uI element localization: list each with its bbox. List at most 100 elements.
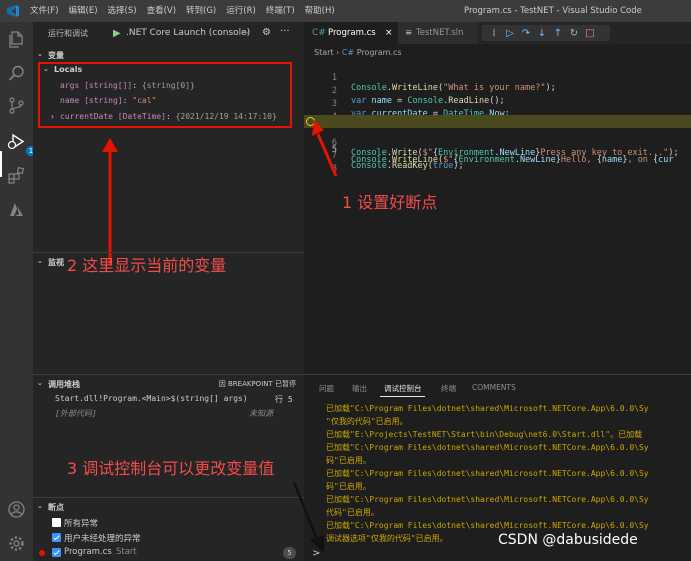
- breakpoint-file-row[interactable]: Program.cs Start 5: [33, 546, 304, 561]
- vscode-logo-icon: [7, 5, 19, 17]
- breakpoints-title: 断点: [48, 503, 64, 512]
- chevron-down-icon: ⌄: [37, 379, 43, 387]
- console-line: 调试器选项"仅我的代码"已启用。: [326, 534, 448, 543]
- debug-sidebar: 运行和调试 ▶ .NET Core Launch (console) ⌵ ⚙ ·…: [33, 22, 304, 561]
- settings-gear-icon[interactable]: [7, 534, 26, 553]
- breakpoint-row[interactable]: 所有异常: [33, 516, 304, 531]
- tab-label: TestNET.sln: [416, 28, 464, 38]
- step-over-icon[interactable]: ↷: [518, 28, 534, 39]
- tab-terminal[interactable]: 终端: [441, 383, 456, 394]
- start-debugging-icon[interactable]: ▶: [113, 28, 121, 39]
- stack-frame-position: 行 5: [275, 395, 293, 404]
- breakpoint-file-name: Program.cs: [64, 547, 112, 557]
- menu-run[interactable]: 运行(R): [226, 0, 256, 22]
- tab-testnet-sln[interactable]: ≡ TestNET.sln: [398, 22, 478, 44]
- stack-frame-name: Start.dll!Program.<Main>$(string[] args): [55, 394, 248, 403]
- code-line[interactable]: 2 var name = Console.ReadLine();: [304, 76, 691, 106]
- run-debug-icon[interactable]: 1: [7, 132, 36, 156]
- console-line: 已加载"C:\Program Files\dotnet\shared\Micro…: [326, 443, 649, 452]
- menu-selection[interactable]: 选择(S): [108, 0, 137, 22]
- tab-label: Program.cs: [328, 28, 376, 38]
- code-line[interactable]: 3 var currentDate = DateTime.Now;: [304, 89, 691, 119]
- checkbox[interactable]: [52, 533, 61, 542]
- variables-section-header[interactable]: ⌄ 变量: [33, 48, 304, 62]
- sln-file-icon: ≡: [405, 28, 413, 38]
- menu-bar: 文件(F) 编辑(E) 选择(S) 查看(V) 转到(G) 运行(R) 终端(T…: [30, 0, 345, 22]
- watermark: CSDN @dabusidede: [498, 532, 638, 548]
- step-out-icon[interactable]: ↑: [550, 28, 566, 39]
- checkbox[interactable]: [52, 518, 61, 527]
- arrow-down-right-icon: [292, 481, 324, 553]
- editor-tabs: C# Program.cs × ≡ TestNET.sln ⁞ ▷ ↷ ↓ ↑ …: [304, 22, 691, 44]
- breadcrumb-folder[interactable]: Start: [314, 48, 334, 57]
- tab-program-cs[interactable]: C# Program.cs ×: [304, 22, 398, 44]
- close-icon[interactable]: ×: [385, 22, 393, 44]
- continue-icon[interactable]: ▷: [502, 28, 518, 39]
- menu-edit[interactable]: 编辑(E): [69, 0, 98, 22]
- console-line: 已加载"C:\Program Files\dotnet\shared\Micro…: [326, 404, 649, 413]
- chevron-down-icon: ⌄: [37, 502, 43, 510]
- active-indicator: [0, 151, 2, 177]
- source-control-icon[interactable]: [7, 96, 26, 115]
- menu-help[interactable]: 帮助(H): [305, 0, 335, 22]
- code-line[interactable]: 6 Console.Write($"{Environment.NewLine}P…: [304, 128, 691, 158]
- menu-file[interactable]: 文件(F): [30, 0, 59, 22]
- stack-frame-name: [外部代码]: [55, 409, 97, 418]
- title-bar: 文件(F) 编辑(E) 选择(S) 查看(V) 转到(G) 运行(R) 终端(T…: [0, 0, 691, 22]
- stack-frame-row[interactable]: [外部代码] 未知源: [33, 407, 304, 421]
- launch-config-select[interactable]: .NET Core Launch (console): [126, 28, 250, 38]
- code-line[interactable]: 8: [304, 154, 691, 174]
- tab-comments[interactable]: COMMENTS: [472, 383, 516, 392]
- checkbox[interactable]: [52, 548, 61, 557]
- explorer-icon[interactable]: [7, 30, 26, 49]
- chevron-down-icon: ⌄: [37, 257, 43, 265]
- menu-go[interactable]: 转到(G): [186, 0, 216, 22]
- run-debug-title: 运行和调试: [48, 29, 88, 38]
- highlight-box: [38, 62, 292, 128]
- console-line: 已加载"E:\Projects\TestNET\Start\bin\Debug\…: [326, 430, 643, 439]
- code-line-current[interactable]: 5 Console.WriteLine($"{Environment.NewLi…: [304, 115, 691, 165]
- menu-terminal[interactable]: 终端(T): [266, 0, 295, 22]
- code-line[interactable]: 1 Console.WriteLine("What is your name?"…: [304, 63, 691, 93]
- watch-section-header[interactable]: ⌄ 监视: [33, 255, 304, 269]
- breakpoint-label: 所有异常: [64, 519, 99, 529]
- current-line-highlight: [304, 115, 691, 128]
- azure-icon[interactable]: [7, 200, 26, 219]
- breakpoint-row[interactable]: 用户未经处理的异常: [33, 531, 304, 546]
- code-line[interactable]: 7 Console.ReadKey(true);: [304, 141, 691, 171]
- account-icon[interactable]: [7, 500, 26, 519]
- menu-view[interactable]: 查看(V): [147, 0, 176, 22]
- console-line: 码"已启用。: [326, 456, 371, 465]
- breadcrumb: Start › C# Program.cs: [314, 48, 402, 57]
- extensions-icon[interactable]: [7, 166, 26, 185]
- breadcrumb-file[interactable]: Program.cs: [357, 48, 402, 57]
- csharp-file-icon: C#: [341, 48, 355, 57]
- tab-output[interactable]: 输出: [352, 383, 367, 394]
- console-line: 码"已启用。: [326, 482, 371, 491]
- stop-icon[interactable]: □: [582, 28, 598, 39]
- restart-icon[interactable]: ↻: [566, 28, 582, 39]
- divider: [33, 497, 304, 498]
- open-launch-json-gear-icon[interactable]: ⚙: [262, 27, 271, 38]
- csharp-file-icon: C#: [312, 28, 326, 38]
- tab-debug-console[interactable]: 调试控制台: [384, 383, 422, 394]
- more-actions-icon[interactable]: ···: [280, 26, 290, 37]
- annotation-breakpoint: 1 设置好断点: [342, 193, 438, 212]
- callstack-section-header[interactable]: ⌄ 调用堆栈 因 BREAKPOINT 已暂停: [33, 377, 304, 391]
- drag-handle-icon[interactable]: ⁞: [486, 28, 502, 39]
- pause-status: 因 BREAKPOINT 已暂停: [218, 380, 296, 388]
- active-tab-indicator: [380, 396, 425, 397]
- stack-frame-position: 未知源: [249, 409, 273, 418]
- step-into-icon[interactable]: ↓: [534, 28, 550, 39]
- breakpoints-section-header[interactable]: ⌄ 断点: [33, 500, 304, 514]
- stack-frame-row[interactable]: Start.dll!Program.<Main>$(string[] args)…: [33, 393, 304, 407]
- editor-area: C# Program.cs × ≡ TestNET.sln ⁞ ▷ ↷ ↓ ↑ …: [304, 22, 691, 374]
- search-icon[interactable]: [7, 64, 26, 83]
- tab-problems[interactable]: 问题: [319, 383, 334, 394]
- callstack-title: 调用堆栈: [48, 380, 80, 389]
- console-line: "仅我的代码"已启用。: [326, 417, 408, 426]
- chevron-down-icon[interactable]: ⌵: [243, 27, 250, 37]
- console-line: 已加载"C:\Program Files\dotnet\shared\Micro…: [326, 495, 649, 504]
- variables-title: 变量: [48, 51, 64, 60]
- code-line[interactable]: 4: [304, 102, 691, 122]
